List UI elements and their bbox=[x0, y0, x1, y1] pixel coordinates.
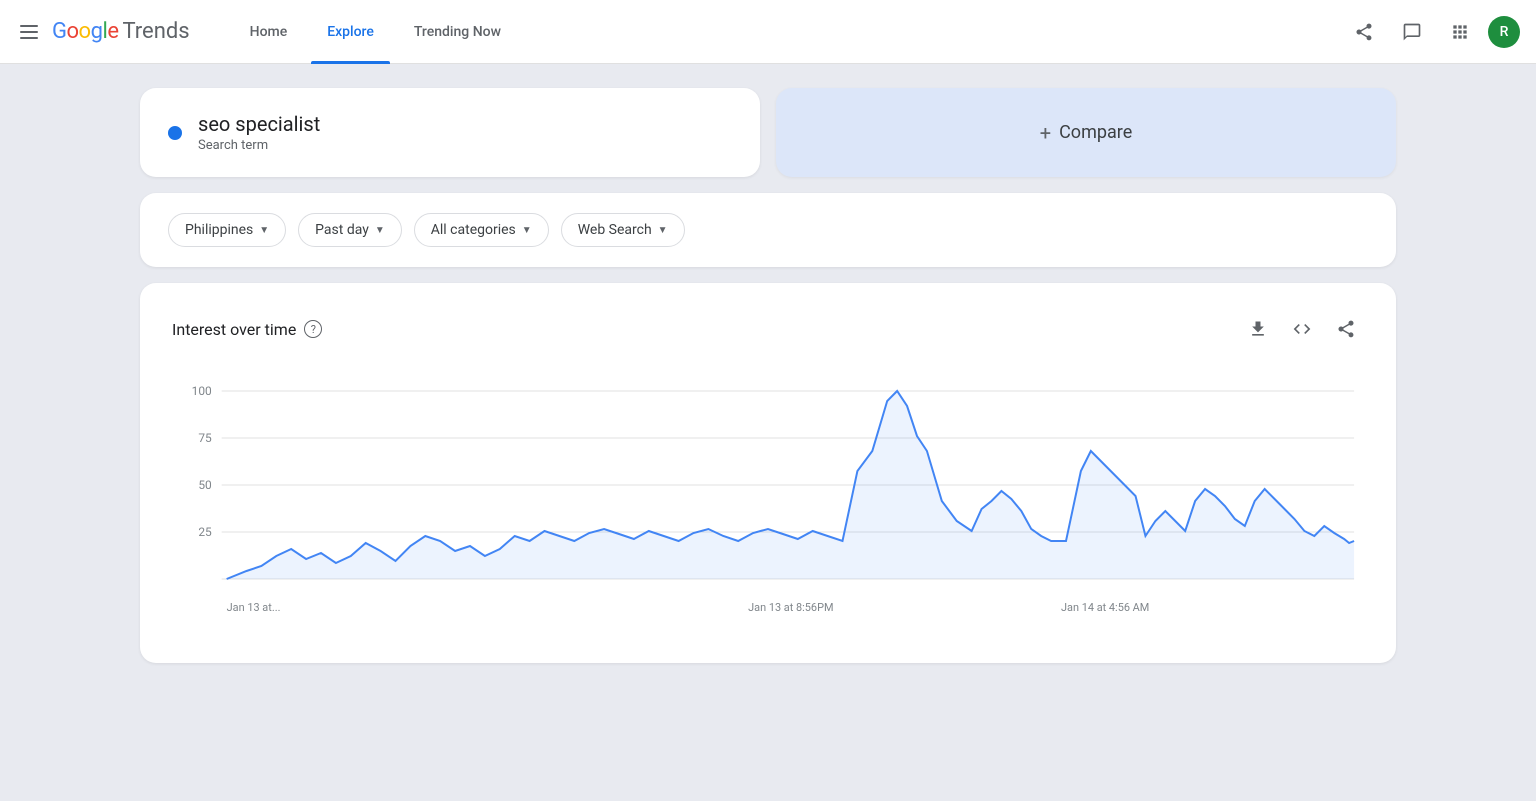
interest-over-time-card: Interest over time ? bbox=[140, 283, 1396, 663]
chart-title: Interest over time bbox=[172, 320, 296, 339]
chart-container: 100 75 50 25 Jan 13 at... Jan 13 at 8:56… bbox=[172, 371, 1364, 635]
trends-logo-text: Trends bbox=[122, 19, 189, 44]
time-chevron-icon: ▼ bbox=[375, 225, 385, 236]
share-icon bbox=[1354, 22, 1374, 42]
apps-icon bbox=[1450, 22, 1470, 42]
menu-icon[interactable] bbox=[16, 20, 40, 44]
svg-text:Jan 13 at...: Jan 13 at... bbox=[227, 601, 281, 614]
header: Google Trends Home Explore Trending Now … bbox=[0, 0, 1536, 64]
google-logo-text: Google bbox=[52, 19, 118, 44]
svg-text:25: 25 bbox=[198, 525, 212, 539]
svg-text:Jan 13 at 8:56PM: Jan 13 at 8:56PM bbox=[748, 601, 833, 614]
compare-label: Compare bbox=[1059, 122, 1132, 143]
search-term-text: seo specialist bbox=[198, 112, 320, 136]
nav-item-explore[interactable]: Explore bbox=[311, 0, 390, 64]
messages-icon bbox=[1402, 22, 1422, 42]
chart-actions bbox=[1240, 311, 1364, 347]
share-button[interactable] bbox=[1344, 12, 1384, 52]
svg-text:Jan 14 at 4:56 AM: Jan 14 at 4:56 AM bbox=[1061, 601, 1149, 614]
search-dot-indicator bbox=[168, 126, 182, 140]
chart-header: Interest over time ? bbox=[172, 311, 1364, 347]
header-left: Google Trends Home Explore Trending Now bbox=[16, 0, 517, 64]
country-filter-label: Philippines bbox=[185, 222, 253, 238]
messages-button[interactable] bbox=[1392, 12, 1432, 52]
search-type-chevron-icon: ▼ bbox=[658, 225, 668, 236]
search-term-card: seo specialist Search term bbox=[140, 88, 760, 177]
download-button[interactable] bbox=[1240, 311, 1276, 347]
svg-text:75: 75 bbox=[198, 431, 212, 445]
svg-text:100: 100 bbox=[192, 384, 212, 398]
compare-card[interactable]: + Compare bbox=[776, 88, 1396, 177]
google-trends-logo[interactable]: Google Trends bbox=[52, 19, 190, 44]
chart-svg: 100 75 50 25 Jan 13 at... Jan 13 at 8:56… bbox=[172, 371, 1364, 631]
search-term-info: seo specialist Search term bbox=[198, 112, 320, 153]
search-type-filter[interactable]: Web Search ▼ bbox=[561, 213, 685, 247]
chart-title-row: Interest over time ? bbox=[172, 320, 322, 339]
main-nav: Home Explore Trending Now bbox=[234, 0, 517, 64]
embed-button[interactable] bbox=[1284, 311, 1320, 347]
country-chevron-icon: ▼ bbox=[259, 225, 269, 236]
category-chevron-icon: ▼ bbox=[522, 225, 532, 236]
time-filter[interactable]: Past day ▼ bbox=[298, 213, 402, 247]
main-content: seo specialist Search term + Compare Phi… bbox=[0, 64, 1536, 687]
help-icon[interactable]: ? bbox=[304, 320, 322, 338]
download-icon bbox=[1248, 319, 1268, 339]
filters-card: Philippines ▼ Past day ▼ All categories … bbox=[140, 193, 1396, 267]
search-compare-row: seo specialist Search term + Compare bbox=[140, 88, 1396, 177]
svg-text:50: 50 bbox=[198, 478, 212, 492]
chart-share-icon bbox=[1336, 319, 1356, 339]
compare-plus-icon: + bbox=[1040, 121, 1051, 145]
header-right: R bbox=[1344, 12, 1520, 52]
avatar[interactable]: R bbox=[1488, 16, 1520, 48]
nav-item-home[interactable]: Home bbox=[234, 0, 304, 64]
category-filter-label: All categories bbox=[431, 222, 516, 238]
chart-share-button[interactable] bbox=[1328, 311, 1364, 347]
time-filter-label: Past day bbox=[315, 222, 369, 238]
search-term-type: Search term bbox=[198, 138, 320, 153]
search-type-filter-label: Web Search bbox=[578, 222, 652, 238]
category-filter[interactable]: All categories ▼ bbox=[414, 213, 549, 247]
apps-button[interactable] bbox=[1440, 12, 1480, 52]
nav-item-trending[interactable]: Trending Now bbox=[398, 0, 517, 64]
embed-icon bbox=[1292, 319, 1312, 339]
country-filter[interactable]: Philippines ▼ bbox=[168, 213, 286, 247]
